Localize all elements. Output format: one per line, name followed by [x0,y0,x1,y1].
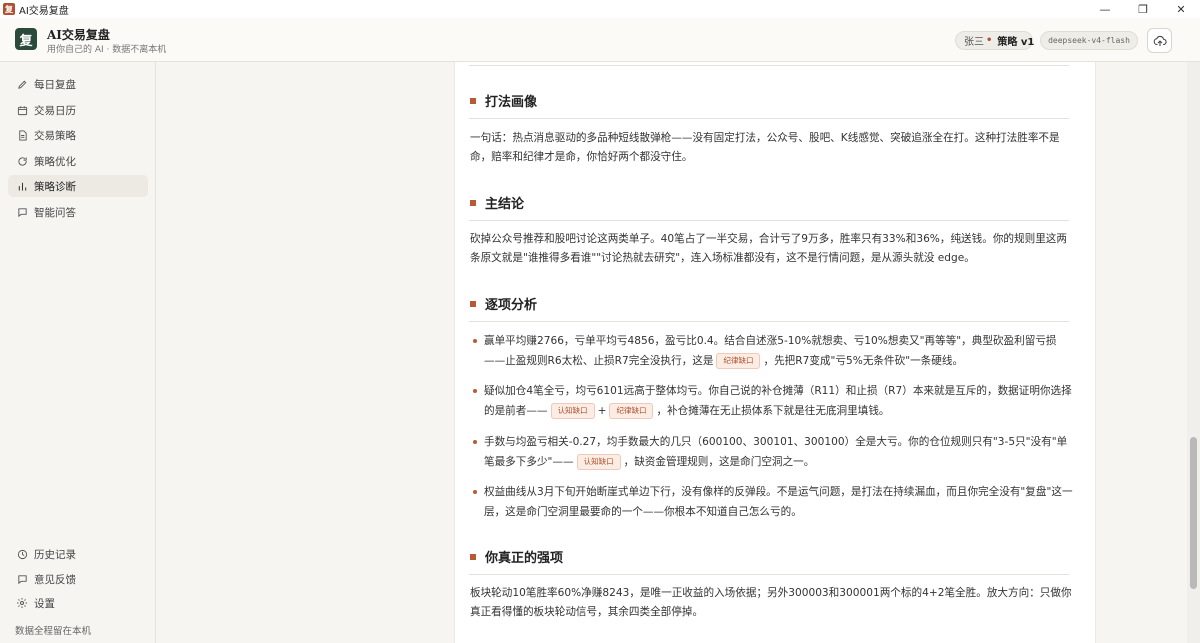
bullet-text: + [597,405,607,417]
minimize-button[interactable]: — [1086,0,1124,18]
divider [469,118,1069,119]
section-heading-text: 打法画像 [485,95,538,110]
window-title: AI交易复盘 [19,5,69,17]
section-heading: 逐项分析 [470,294,537,313]
brand-subtitle: 用你自己的 AI · 数据不离本机 [47,45,167,55]
cloud-upload-icon [1153,35,1167,46]
tag-cognition-gap: 认知缺口 [576,454,621,470]
document-icon [16,129,28,141]
section-paragraph: 砍掉公众号推荐和股吧讨论这两类单子。40笔占了一半交易，合计亏了9万多，胜率只有… [470,233,1067,264]
separator-dot: • [986,35,993,46]
app-header: 复 AI交易复盘 用你自己的 AI · 数据不离本机 张三 • 策略 v1 de… [0,18,1200,62]
sidebar-item-label: 意见反馈 [34,573,76,586]
list-item: 疑似加仓4笔全亏，均亏6101远高于整体均亏。你自己说的补仓摊薄（R11）和止损… [470,381,1073,421]
refresh-icon [16,155,28,167]
sidebar: 每日复盘 交易日历 交易策略 策略优化 策略诊断 智能问答 历史记录 意见反馈 … [0,62,156,643]
model-selector[interactable]: deepseek-v4-flash [1040,31,1138,50]
section-heading-text: 主结论 [485,197,525,212]
sidebar-item-optimize[interactable]: 策略优化 [8,150,148,172]
clock-icon [16,548,28,560]
sidebar-item-qa[interactable]: 智能问答 [8,201,148,223]
bullet-dot [473,339,477,343]
pencil-icon [16,78,28,90]
main-content[interactable]: 打法画像 一句话：热点消息驱动的多品种短线散弹枪——没有固定打法，公众号、股吧、… [156,62,1187,643]
bullet-text: ，缺资金管理规则，这是命门空洞之一。 [623,456,815,468]
sidebar-item-calendar[interactable]: 交易日历 [8,99,148,121]
scrollbar-thumb[interactable] [1190,437,1197,589]
app-icon: 复 [3,3,15,15]
section-paragraph: 一句话：热点消息驱动的多品种短线散弹枪——没有固定打法，公众号、股吧、K线感觉、… [470,132,1060,163]
divider [469,574,1069,575]
sidebar-item-strategy[interactable]: 交易策略 [8,124,148,146]
section-heading: 打法画像 [470,91,537,110]
brand-title: AI交易复盘 [47,28,110,42]
chat-icon [16,206,28,218]
list-item: 权益曲线从3月下旬开始断崖式单边下行，没有像样的反弹段。不是运气问题，是打法在持… [470,482,1073,522]
divider [469,321,1069,322]
cloud-upload-button[interactable] [1147,28,1172,53]
tag-cognition-gap: 认知缺口 [550,403,595,419]
sidebar-item-label: 交易日历 [34,104,76,117]
window-titlebar: 复 AI交易复盘 — ❐ ✕ [0,0,1200,18]
sidebar-item-label: 设置 [34,597,55,610]
section-heading: 你真正的强项 [470,547,563,566]
app-logo: 复 [15,28,37,50]
section-marker [470,97,476,104]
tag-discipline-gap: 纪律缺口 [716,353,761,369]
bar-chart-icon [16,180,28,192]
feedback-icon [16,573,28,585]
sidebar-item-daily-review[interactable]: 每日复盘 [8,73,148,95]
sidebar-item-label: 交易策略 [34,129,76,142]
section-heading: 主结论 [470,193,524,212]
sidebar-item-label: 策略优化 [34,155,76,168]
window-controls: — ❐ ✕ [1086,0,1200,18]
sidebar-item-label: 每日复盘 [34,78,76,91]
bullet-text: ，补仓摊薄在无止损体系下就是往无底洞里填钱。 [656,405,890,417]
section-heading-text: 逐项分析 [485,298,538,313]
close-button[interactable]: ✕ [1162,0,1200,18]
section-paragraph: 板块轮动10笔胜率60%净赚8243，是唯一正收益的入场依据；另外300003和… [470,587,1072,618]
user-name: 张三 [964,37,984,48]
sidebar-item-label: 历史记录 [34,548,76,561]
section-marker [470,199,476,206]
calendar-icon [16,104,28,116]
sidebar-item-feedback[interactable]: 意见反馈 [8,568,148,590]
bullet-dot [473,490,477,494]
bullet-dot [473,389,477,393]
privacy-note: 数据全程留在本机 [15,626,92,637]
user-strategy-selector[interactable]: 张三 • 策略 v1 [955,31,1035,50]
sidebar-item-label: 策略诊断 [34,180,76,193]
gear-icon [16,597,28,609]
sidebar-item-history[interactable]: 历史记录 [8,543,148,565]
scrollbar-track[interactable] [1187,62,1200,643]
report-panel: 打法画像 一句话：热点消息驱动的多品种短线散弹枪——没有固定打法，公众号、股吧、… [454,62,1096,643]
maximize-button[interactable]: ❐ [1124,0,1162,18]
sidebar-item-diagnosis[interactable]: 策略诊断 [8,175,148,197]
section-marker [470,553,476,560]
list-item: 手数与均盈亏相关-0.27，均手数最大的几只（600100、300101、300… [470,432,1073,472]
divider [469,220,1069,221]
bullet-text: ，先把R7变成"亏5%无条件砍"一条硬线。 [763,355,964,367]
divider [469,65,1069,66]
bullet-text: 权益曲线从3月下旬开始断崖式单边下行，没有像样的反弹段。不是运气问题，是打法在持… [484,486,1073,518]
sidebar-item-label: 智能问答 [34,206,76,219]
section-marker [470,300,476,307]
tag-discipline-gap: 纪律缺口 [609,403,654,419]
section-heading-text: 你真正的强项 [485,551,564,566]
bullet-dot [473,440,477,444]
list-item: 赢单平均赚2766，亏单平均亏4856，盈亏比0.4。结合自述涨5-10%就想卖… [470,331,1073,371]
sidebar-item-settings[interactable]: 设置 [8,592,148,614]
strategy-name: 策略 v1 [997,37,1035,48]
